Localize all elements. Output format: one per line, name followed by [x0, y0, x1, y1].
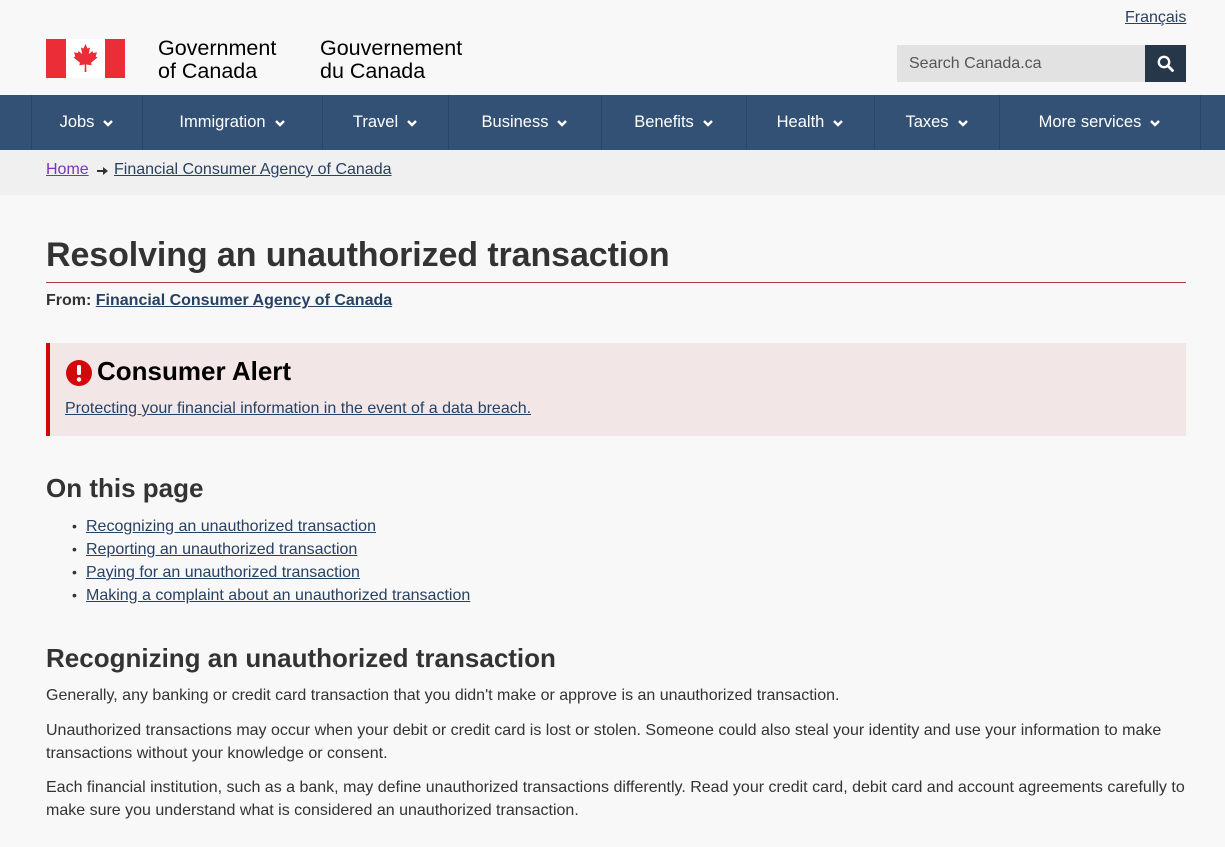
consumer-alert-box: Consumer Alert Protecting your financial…: [46, 343, 1186, 436]
from-line: From: Financial Consumer Agency of Canad…: [46, 292, 392, 310]
alert-data-breach-link[interactable]: Protecting your financial information in…: [65, 400, 531, 418]
menu-item-jobs[interactable]: Jobs: [32, 95, 143, 150]
chevron-down-icon: [1150, 119, 1161, 127]
language-toggle-link[interactable]: Français: [1125, 9, 1186, 27]
breadcrumb-home-link[interactable]: Home: [46, 161, 89, 179]
gov-fr-line1: Gouvernement: [320, 36, 463, 60]
chevron-down-icon: [103, 119, 114, 127]
toc-link-complaint[interactable]: Making a complaint about an unauthorized…: [86, 584, 470, 607]
main-menu: Jobs Immigration Travel Business Benefit…: [0, 95, 1225, 150]
on-this-page-list: • Recognizing an unauthorized transaction…: [72, 515, 470, 607]
menu-item-label: Travel: [352, 113, 399, 131]
menu-item-more-services[interactable]: More services: [1000, 95, 1200, 150]
chevron-down-icon: [957, 119, 968, 127]
toc-item: • Reporting an unauthorized transaction: [72, 538, 470, 561]
menu-item-business[interactable]: Business: [449, 95, 602, 150]
search-button[interactable]: [1145, 45, 1186, 82]
bullet-icon: •: [72, 518, 77, 534]
gov-fr-line2: du Canada: [320, 59, 426, 83]
breadcrumb: Home Financial Consumer Agency of Canada: [0, 150, 1225, 195]
gov-en-line2: of Canada: [158, 59, 258, 83]
menu-item-label: More services: [1038, 113, 1142, 131]
exclamation-circle-icon: [66, 360, 92, 386]
page-title: Resolving an unauthorized transaction: [46, 236, 670, 274]
government-of-canada-wordmark-fr[interactable]: Gouvernement du Canada: [320, 37, 462, 83]
bullet-icon: •: [72, 587, 77, 603]
chevron-down-icon: [557, 119, 568, 127]
toc-link-reporting[interactable]: Reporting an unauthorized transaction: [86, 538, 357, 561]
menu-item-immigration[interactable]: Immigration: [143, 95, 323, 150]
toc-link-recognizing[interactable]: Recognizing an unauthorized transaction: [86, 515, 376, 538]
chevron-down-icon: [407, 119, 417, 127]
chevron-down-icon: [702, 119, 713, 127]
menu-item-label: Benefits: [634, 113, 694, 131]
government-of-canada-wordmark-en[interactable]: Government of Canada: [158, 37, 276, 83]
bullet-icon: •: [72, 541, 77, 557]
bullet-icon: •: [72, 564, 77, 580]
title-divider: [46, 282, 1186, 283]
on-this-page-heading: On this page: [46, 473, 204, 503]
from-department-link[interactable]: Financial Consumer Agency of Canada: [96, 292, 392, 309]
menu-item-label: Taxes: [905, 113, 949, 131]
section-heading-recognizing: Recognizing an unauthorized transaction: [46, 643, 556, 673]
chevron-down-icon: [833, 119, 844, 127]
menu-item-travel[interactable]: Travel: [323, 95, 449, 150]
toc-item: • Paying for an unauthorized transaction: [72, 561, 470, 584]
from-label: From:: [46, 292, 92, 309]
chevron-down-icon: [274, 119, 285, 127]
canada-flag-icon[interactable]: [46, 39, 125, 78]
paragraph: Generally, any banking or credit card tr…: [46, 687, 840, 704]
site-search: [897, 45, 1186, 82]
menu-item-label: Business: [481, 113, 549, 131]
menu-item-label: Health: [776, 113, 825, 131]
menu-item-taxes[interactable]: Taxes: [875, 95, 1000, 150]
paragraph: Each financial institution, such as a ba…: [46, 779, 1185, 819]
toc-item: • Recognizing an unauthorized transaction: [72, 515, 470, 538]
menu-item-label: Jobs: [59, 113, 95, 131]
toc-item: • Making a complaint about an unauthorize…: [72, 584, 470, 607]
arrow-right-icon: [97, 167, 108, 175]
gov-en-line1: Government: [158, 36, 277, 60]
paragraph: Unauthorized transactions may occur when…: [46, 722, 1162, 762]
search-icon: [1157, 55, 1174, 72]
search-input[interactable]: [897, 45, 1145, 82]
alert-title: Consumer Alert: [97, 356, 292, 386]
menu-item-health[interactable]: Health: [747, 95, 875, 150]
menu-item-label: Immigration: [179, 113, 266, 131]
menu-item-benefits[interactable]: Benefits: [602, 95, 747, 150]
breadcrumb-fcac-link[interactable]: Financial Consumer Agency of Canada: [114, 161, 392, 179]
toc-link-paying[interactable]: Paying for an unauthorized transaction: [86, 561, 360, 584]
